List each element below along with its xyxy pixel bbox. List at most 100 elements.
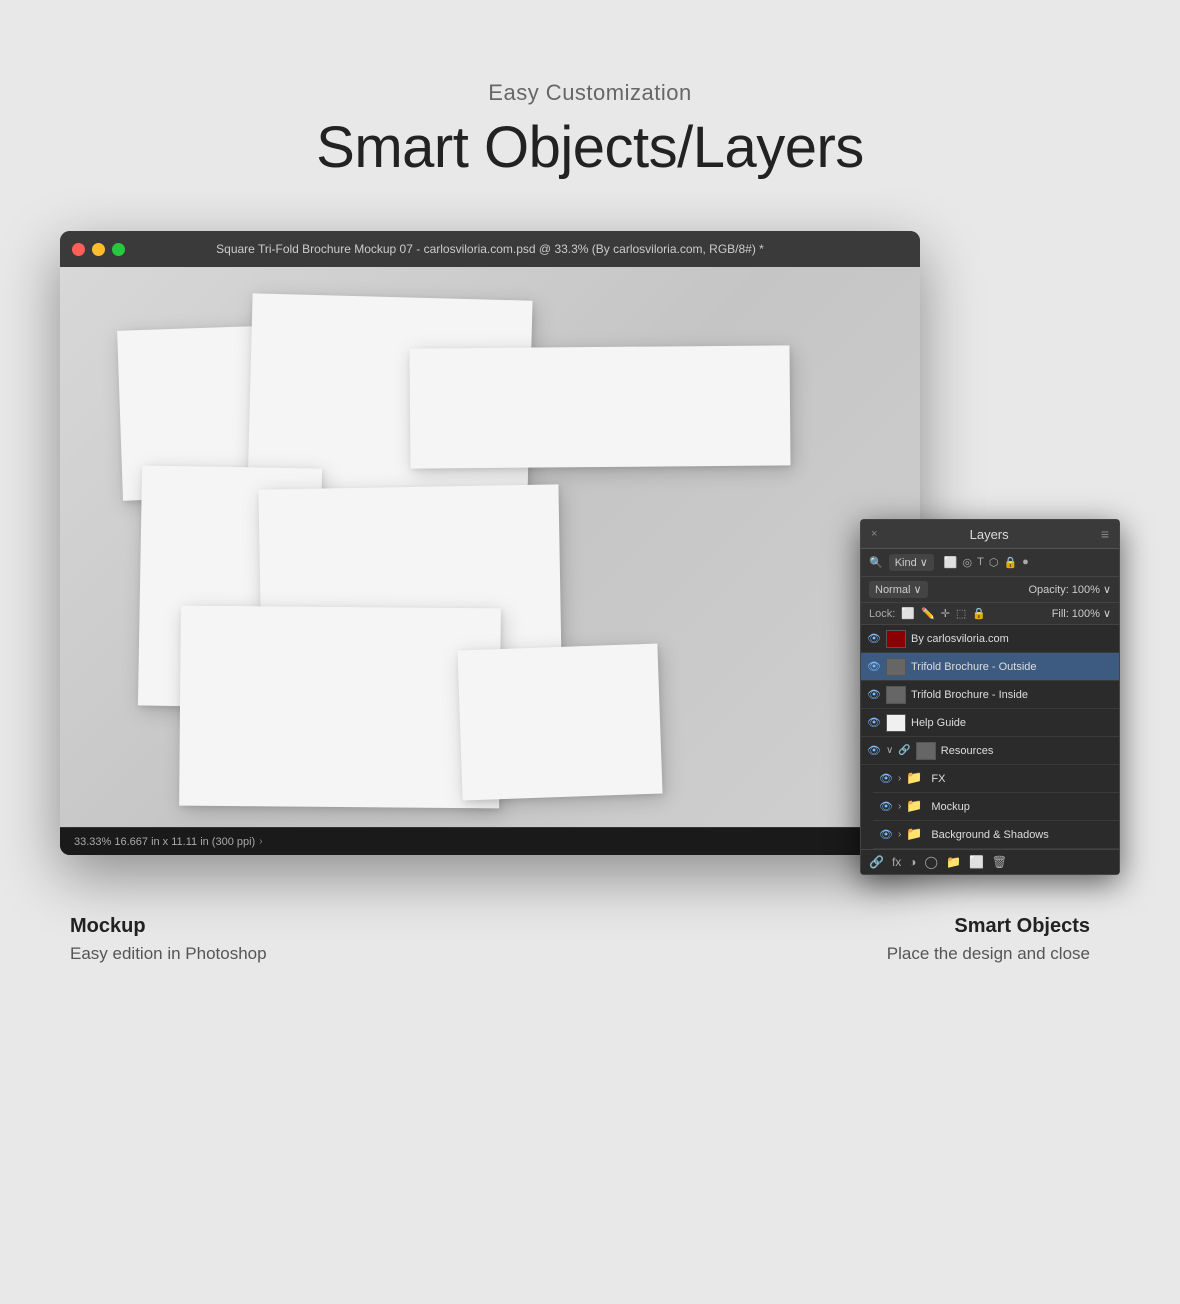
layer-visibility-7[interactable]: 👁 [879, 800, 893, 814]
layer-row-8[interactable]: 👁 › 📁 Background & Shadows [873, 821, 1119, 849]
mockup-title: Mockup [70, 915, 267, 938]
layer-name-8: Background & Shadows [931, 829, 1113, 841]
eye-icon-5: 👁 [867, 744, 881, 757]
layer-thumb-5 [916, 742, 936, 760]
filter-adjustment-icon[interactable]: ◎ [963, 556, 973, 569]
adjustment-icon[interactable]: ◑ [909, 855, 916, 869]
fx-icon[interactable]: fx [892, 855, 901, 869]
layer-visibility-2[interactable]: 👁 [867, 660, 881, 674]
lock-label: Lock: [869, 608, 895, 620]
filter-pixel-icon[interactable]: ⬜ [944, 556, 958, 569]
eye-icon-1: 👁 [867, 632, 881, 645]
lock-icon-5: 🔗 [898, 745, 910, 756]
layer-row-3[interactable]: 👁 Trifold Brochure - Inside [861, 681, 1119, 709]
maximize-button[interactable] [112, 243, 125, 256]
filter-kind-arrow: ∨ [920, 556, 928, 569]
lock-brush-icon[interactable]: ✏️ [921, 607, 935, 620]
eye-icon-7: 👁 [879, 800, 893, 813]
layer-thumb-4 [886, 714, 906, 732]
eye-icon-4: 👁 [867, 716, 881, 729]
filter-smart-icon[interactable]: 🔒 [1003, 556, 1017, 569]
window-title: Square Tri-Fold Brochure Mockup 07 - car… [216, 242, 764, 256]
filter-kind-label: Kind [895, 557, 917, 569]
layer-row-7[interactable]: 👁 › 📁 Mockup [873, 793, 1119, 821]
layer-row-1[interactable]: 👁 By carlosviloria.com [861, 625, 1119, 653]
layer-name-2: Trifold Brochure - Outside [911, 661, 1113, 673]
blend-arrow: ∨ [913, 583, 921, 596]
mockup-desc: Easy edition in Photoshop [70, 944, 267, 964]
layer-row-2[interactable]: 👁 Trifold Brochure - Outside [861, 653, 1119, 681]
close-button[interactable] [72, 243, 85, 256]
link-icon[interactable]: 🔗 [869, 855, 884, 869]
titlebar: Square Tri-Fold Brochure Mockup 07 - car… [60, 231, 920, 267]
layers-panel: × Layers ≡ 🔍 Kind ∨ ⬜ ◎ T ⬡ 🔒 ● [860, 519, 1120, 875]
content-wrapper: Square Tri-Fold Brochure Mockup 07 - car… [60, 231, 1120, 855]
layer-name-4: Help Guide [911, 717, 1113, 729]
paper-mockup-7 [457, 644, 662, 801]
opacity-control[interactable]: Opacity: 100% ∨ [1028, 583, 1111, 596]
delete-layer-icon[interactable]: 🗑 [992, 855, 1007, 869]
layer-visibility-1[interactable]: 👁 [867, 632, 881, 646]
layer-thumb-3 [886, 686, 906, 704]
mask-circle-icon[interactable]: ◯ [925, 855, 938, 869]
paper-mockup-6 [179, 606, 501, 809]
status-arrow: › [259, 836, 262, 847]
header-subtitle: Easy Customization [316, 80, 864, 106]
panel-menu-icon[interactable]: ≡ [1101, 526, 1109, 542]
canvas-area [60, 267, 920, 827]
lock-bar: Lock: ⬜ ✏️ ✛ ⬚ 🔒 Fill: 100% ∨ [861, 603, 1119, 625]
layer-visibility-8[interactable]: 👁 [879, 828, 893, 842]
opacity-arrow: ∨ [1103, 583, 1111, 596]
filter-bar: 🔍 Kind ∨ ⬜ ◎ T ⬡ 🔒 ● [861, 549, 1119, 577]
smart-objects-info: Smart Objects Place the design and close [887, 915, 1110, 964]
eye-icon-2: 👁 [867, 660, 881, 673]
folder-expand-6[interactable]: › [898, 773, 901, 784]
layer-name-5: Resources [941, 745, 1113, 757]
eye-icon-6: 👁 [879, 772, 893, 785]
eye-icon-3: 👁 [867, 688, 881, 701]
layer-thumb-1 [886, 630, 906, 648]
layer-thumb-2 [886, 658, 906, 676]
layer-row-6[interactable]: 👁 › 📁 FX [873, 765, 1119, 793]
main-area: Square Tri-Fold Brochure Mockup 07 - car… [60, 231, 1120, 964]
layer-name-1: By carlosviloria.com [911, 633, 1113, 645]
filter-shape-icon[interactable]: ⬡ [989, 556, 999, 569]
lock-checkerboard-icon[interactable]: ⬜ [901, 607, 915, 620]
fill-value: 100% [1072, 608, 1100, 620]
new-layer-icon[interactable]: ⬜ [969, 855, 984, 869]
layer-visibility-4[interactable]: 👁 [867, 716, 881, 730]
layer-thumb-6: 📁 [906, 770, 926, 788]
layers-panel-header: × Layers ≡ [861, 520, 1119, 549]
paper-mockup-3 [409, 345, 790, 468]
fill-control[interactable]: Fill: 100% ∨ [1052, 607, 1111, 620]
folder-expand-5[interactable]: ∨ [886, 745, 893, 756]
window-controls [72, 243, 125, 256]
eye-icon-8: 👁 [879, 828, 893, 841]
opacity-value: 100% [1072, 584, 1100, 596]
panel-close[interactable]: × [871, 528, 877, 540]
layer-visibility-3[interactable]: 👁 [867, 688, 881, 702]
folder-expand-7[interactable]: › [898, 801, 901, 812]
opacity-label: Opacity: [1028, 584, 1068, 596]
blend-mode-dropdown[interactable]: Normal ∨ [869, 581, 928, 598]
photoshop-window: Square Tri-Fold Brochure Mockup 07 - car… [60, 231, 920, 855]
layers-panel-title: Layers [970, 527, 1009, 542]
lock-all-icon[interactable]: 🔒 [972, 607, 986, 620]
layer-name-3: Trifold Brochure - Inside [911, 689, 1113, 701]
layer-thumb-8: 📁 [906, 826, 926, 844]
filter-kind-dropdown[interactable]: Kind ∨ [889, 554, 934, 571]
folder-icon[interactable]: 📁 [946, 855, 961, 869]
lock-move-icon[interactable]: ✛ [941, 607, 950, 620]
folder-expand-8[interactable]: › [898, 829, 901, 840]
layer-visibility-6[interactable]: 👁 [879, 772, 893, 786]
filter-type-icon[interactable]: T [977, 556, 984, 569]
mockup-info: Mockup Easy edition in Photoshop [70, 915, 267, 964]
layer-row-5[interactable]: 👁 ∨ 🔗 Resources [861, 737, 1119, 765]
header-title: Smart Objects/Layers [316, 114, 864, 181]
layer-visibility-5[interactable]: 👁 [867, 744, 881, 758]
minimize-button[interactable] [92, 243, 105, 256]
layer-thumb-7: 📁 [906, 798, 926, 816]
lock-artboard-icon[interactable]: ⬚ [956, 607, 966, 620]
filter-dot-icon[interactable]: ● [1022, 556, 1029, 569]
layer-row-4[interactable]: 👁 Help Guide [861, 709, 1119, 737]
